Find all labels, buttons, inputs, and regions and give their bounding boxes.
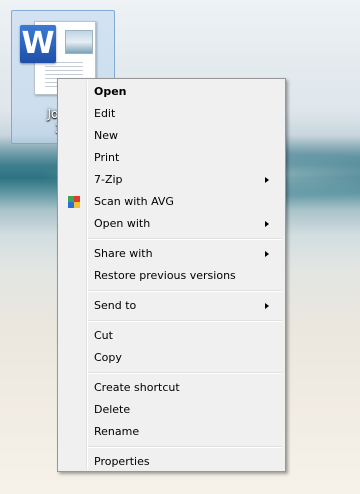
menu-item-send-to[interactable]: Send to bbox=[60, 295, 283, 317]
menu-item-label: Rename bbox=[94, 425, 140, 438]
menu-item-create-shortcut[interactable]: Create shortcut bbox=[60, 377, 283, 399]
submenu-arrow-icon bbox=[265, 177, 269, 183]
menu-item-scan-with-avg[interactable]: Scan with AVG bbox=[60, 191, 283, 213]
menu-separator bbox=[88, 320, 282, 322]
menu-item-open-with[interactable]: Open with bbox=[60, 213, 283, 235]
context-menu: Open Edit New Print 7-Zip Scan with AVG Open w… bbox=[57, 78, 286, 472]
menu-item-print[interactable]: Print bbox=[60, 147, 283, 169]
menu-item-restore-previous-versions[interactable]: Restore previous versions bbox=[60, 265, 283, 287]
menu-item-label: Copy bbox=[94, 351, 122, 364]
submenu-arrow-icon bbox=[265, 303, 269, 309]
menu-item-label: Create shortcut bbox=[94, 381, 180, 394]
document-thumbnail bbox=[65, 30, 93, 54]
menu-item-cut[interactable]: Cut bbox=[60, 325, 283, 347]
word-document-icon: W bbox=[20, 25, 56, 63]
menu-item-label: Scan with AVG bbox=[94, 195, 174, 208]
menu-item-label: Cut bbox=[94, 329, 113, 342]
menu-item-open[interactable]: Open bbox=[60, 81, 283, 103]
desktop: { "desktop": { "file": { "icon": "word-d… bbox=[0, 0, 360, 494]
menu-item-label: Properties bbox=[94, 455, 150, 468]
menu-item-label: New bbox=[94, 129, 118, 142]
menu-item-properties[interactable]: Properties bbox=[60, 451, 283, 473]
menu-separator bbox=[88, 372, 282, 374]
menu-separator bbox=[88, 446, 282, 448]
menu-item-share-with[interactable]: Share with bbox=[60, 243, 283, 265]
menu-item-7-zip[interactable]: 7-Zip bbox=[60, 169, 283, 191]
menu-item-label: 7-Zip bbox=[94, 173, 123, 186]
menu-item-rename[interactable]: Rename bbox=[60, 421, 283, 443]
menu-item-label: Open bbox=[94, 85, 127, 98]
menu-item-copy[interactable]: Copy bbox=[60, 347, 283, 369]
menu-item-label: Print bbox=[94, 151, 120, 164]
menu-item-label: Delete bbox=[94, 403, 131, 416]
submenu-arrow-icon bbox=[265, 251, 269, 257]
menu-item-new[interactable]: New bbox=[60, 125, 283, 147]
avg-icon bbox=[68, 196, 80, 208]
menu-item-label: Restore previous versions bbox=[94, 269, 236, 282]
menu-item-label: Edit bbox=[94, 107, 116, 120]
menu-separator bbox=[88, 238, 282, 240]
menu-item-edit[interactable]: Edit bbox=[60, 103, 283, 125]
menu-item-delete[interactable]: Delete bbox=[60, 399, 283, 421]
menu-item-label: Send to bbox=[94, 299, 137, 312]
menu-item-label: Open with bbox=[94, 217, 151, 230]
menu-separator bbox=[88, 290, 282, 292]
menu-item-label: Share with bbox=[94, 247, 153, 260]
submenu-arrow-icon bbox=[265, 221, 269, 227]
